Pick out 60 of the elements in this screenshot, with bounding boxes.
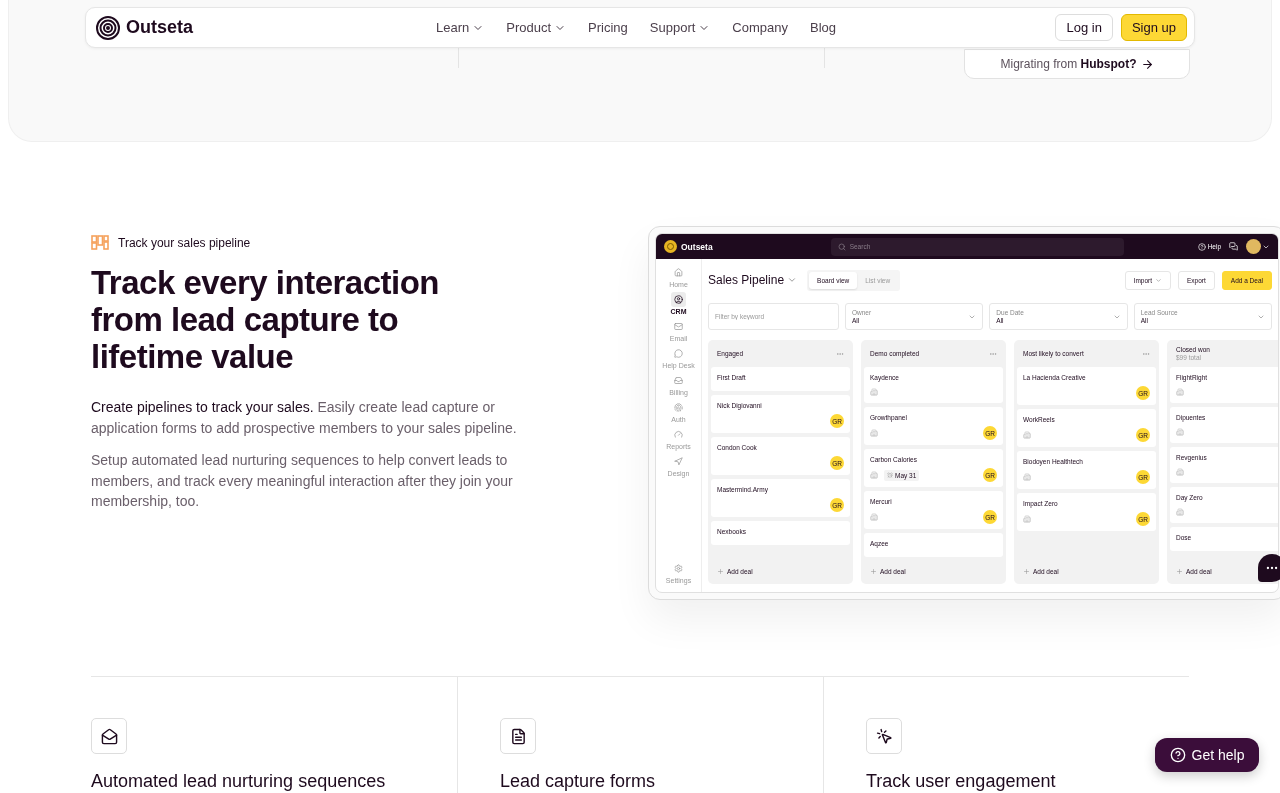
nav-link[interactable]: Company [732,20,788,35]
search-icon [837,242,846,251]
brand-name[interactable]: Outseta [126,17,194,38]
building-icon [1176,428,1184,436]
building-icon [1023,515,1031,523]
arrow-right-icon [1140,57,1154,71]
settings-icon [674,564,683,573]
chevron-down-icon [1155,276,1163,284]
building-icon [870,429,878,437]
section-heading: Track every interaction from lead capture to lifetime value [91,264,441,375]
get-help-button[interactable]: Get help [1155,738,1259,772]
plus-icon [1176,567,1183,575]
sidebar-icon [674,322,683,331]
feature-title: Track user engagement [866,771,1057,792]
help-icon [1169,747,1186,763]
sidebar-icon [674,403,683,412]
plus-icon [870,567,877,575]
help-icon [1197,242,1206,251]
plus-icon [1023,567,1030,575]
nav-link[interactable]: Support [649,20,711,35]
nav-link[interactable]: Blog [810,20,837,35]
chevron-down-icon[interactable] [787,275,798,285]
building-icon [870,388,878,396]
logo-icon [664,240,677,253]
sidebar-icon [674,295,683,304]
sidebar-icon [674,349,683,358]
nav-link[interactable]: Pricing [588,20,628,35]
building-icon [870,471,878,479]
nav-link[interactable]: Product [506,20,567,35]
app-brand-name: Outseta [681,241,713,252]
building-icon [1176,388,1184,396]
feature-icon [100,727,118,745]
signup-button[interactable]: Sign up [1120,14,1187,41]
clock-icon [887,472,893,478]
avatar-icon[interactable] [1246,239,1261,254]
building-icon [1023,431,1031,439]
plus-icon [717,567,724,575]
building-icon [1176,508,1184,516]
building-icon [1176,468,1184,476]
section-paragraph: Setup automated lead nurturing sequences to help convert leads to members, and track every meaningful interaction after they join your membership, too. [91,451,514,511]
page-title: Sales Pipeline [708,273,785,287]
sidebar-icon [674,268,683,277]
nav-link[interactable]: Learn [436,20,485,35]
sidebar-icon [674,376,683,385]
section-tag: Track your sales pipeline [118,235,251,250]
sidebar-icon [674,457,683,466]
migration-link[interactable]: Migrating from Hubspot? [964,49,1190,79]
feature-title: Automated lead nurturing sequences [91,771,387,792]
board-icon [91,235,109,250]
login-button[interactable]: Log in [1055,14,1113,41]
logo-icon [96,15,120,40]
section-paragraph: Create pipelines to track your sales. Easily create lead capture or application forms to add prospective members to your sales pipeline. [91,398,518,438]
feature-icon [509,727,527,745]
chat-icon[interactable] [1229,242,1238,251]
building-icon [870,513,878,521]
feature-title: Lead capture forms [500,771,657,792]
feature-icon [875,727,893,745]
sidebar-icon [674,430,683,439]
chat-bubble-button[interactable] [1258,554,1280,582]
building-icon [1023,473,1031,481]
